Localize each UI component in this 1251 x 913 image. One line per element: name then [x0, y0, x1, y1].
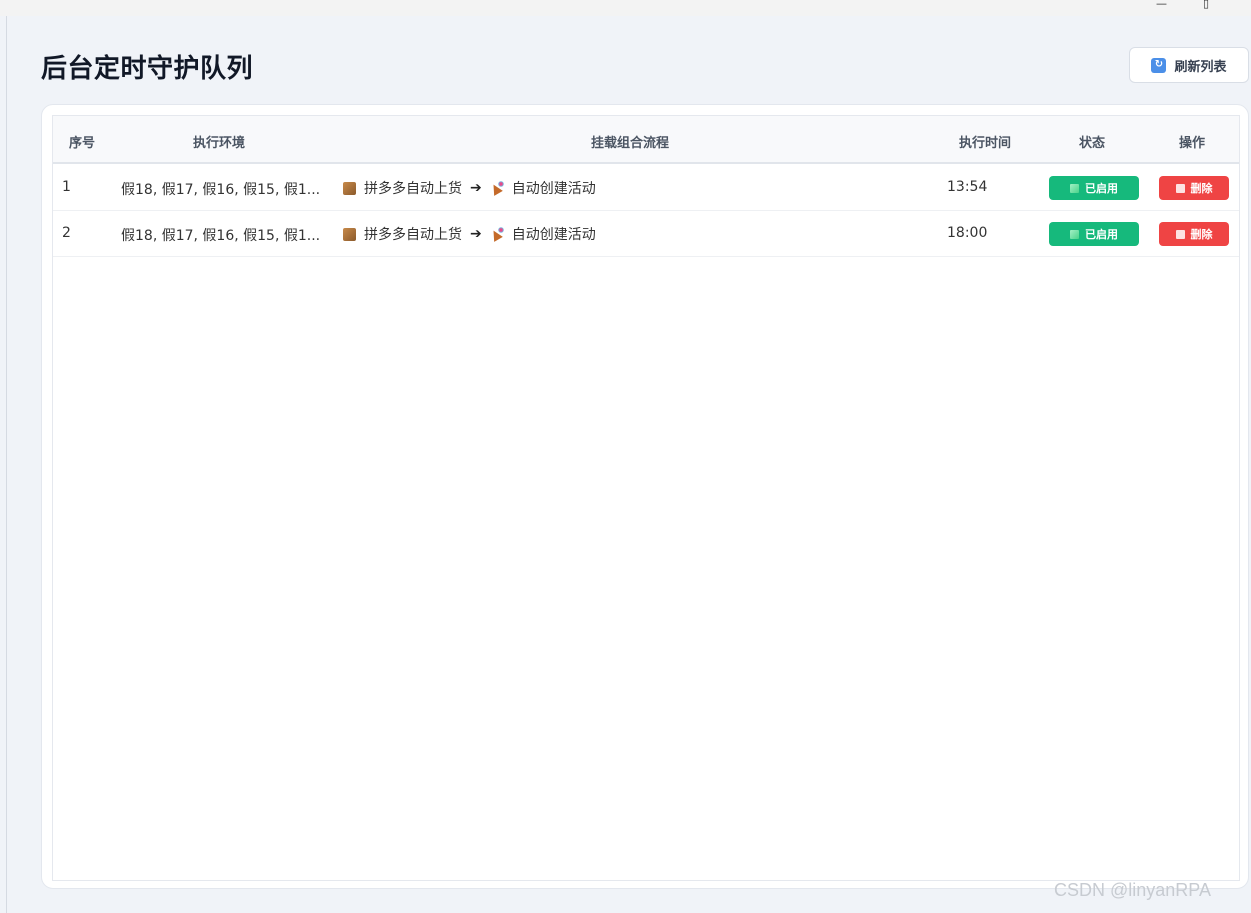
package-icon	[343, 181, 356, 195]
arrow-icon: ➔	[470, 180, 482, 196]
status-label: 已启用	[1085, 182, 1118, 195]
flow-step-1: 拼多多自动上货	[364, 227, 462, 243]
flow-step-1: 拼多多自动上货	[364, 181, 462, 197]
header-status: 状态	[1079, 136, 1106, 151]
queue-card: 序号 执行环境 挂载组合流程 执行时间 状态 操作 1 假18, 假17, 假1…	[41, 104, 1249, 889]
row-index: 1	[62, 179, 71, 195]
refresh-icon: ↻	[1151, 57, 1167, 73]
status-label: 已启用	[1085, 228, 1118, 241]
delete-button[interactable]: 删除	[1159, 176, 1229, 200]
package-icon	[343, 227, 356, 241]
status-icon	[1070, 183, 1079, 193]
minimize-icon[interactable]: —	[1156, 0, 1167, 9]
status-icon	[1070, 229, 1079, 239]
delete-icon	[1175, 229, 1185, 239]
party-popper-icon	[490, 181, 504, 195]
maximize-icon[interactable]: ▯	[1203, 0, 1209, 9]
delete-label: 删除	[1190, 228, 1213, 241]
table-row: 1 假18, 假17, 假16, 假15, 假1... 拼多多自动上货 ➔ 自动…	[53, 165, 1239, 211]
header-env: 执行环境	[193, 136, 246, 151]
row-flow: 拼多多自动上货 ➔ 自动创建活动	[343, 178, 596, 198]
table-row: 2 假18, 假17, 假16, 假15, 假1... 拼多多自动上货 ➔ 自动…	[53, 211, 1239, 257]
delete-button[interactable]: 删除	[1159, 222, 1229, 246]
row-env: 假18, 假17, 假16, 假15, 假1...	[121, 228, 321, 244]
party-popper-icon	[490, 227, 504, 241]
page-title: 后台定时守护队列	[41, 54, 254, 84]
left-divider	[6, 16, 7, 913]
header-action: 操作	[1179, 136, 1206, 151]
row-index: 2	[62, 225, 71, 241]
status-toggle-button[interactable]: 已启用	[1049, 222, 1139, 246]
flow-step-2: 自动创建活动	[511, 181, 596, 197]
refresh-list-button[interactable]: ↻ 刷新列表	[1129, 47, 1249, 83]
header-index: 序号	[69, 136, 96, 151]
header-flow: 挂载组合流程	[591, 136, 670, 151]
row-time: 18:00	[947, 225, 988, 241]
row-flow: 拼多多自动上货 ➔ 自动创建活动	[343, 224, 596, 244]
table-header: 序号 执行环境 挂载组合流程 执行时间 状态 操作	[53, 116, 1239, 164]
delete-label: 删除	[1190, 182, 1213, 195]
header-time: 执行时间	[959, 136, 1012, 151]
arrow-icon: ➔	[470, 226, 482, 242]
row-env: 假18, 假17, 假16, 假15, 假1...	[121, 182, 321, 198]
window-titlebar: — ▯	[0, 0, 1251, 16]
delete-icon	[1175, 183, 1185, 193]
queue-table: 序号 执行环境 挂载组合流程 执行时间 状态 操作 1 假18, 假17, 假1…	[52, 115, 1240, 881]
status-toggle-button[interactable]: 已启用	[1049, 176, 1139, 200]
row-time: 13:54	[947, 179, 988, 195]
flow-step-2: 自动创建活动	[511, 227, 596, 243]
watermark: CSDN @linyanRPA	[1054, 880, 1211, 900]
refresh-list-label: 刷新列表	[1174, 59, 1227, 75]
